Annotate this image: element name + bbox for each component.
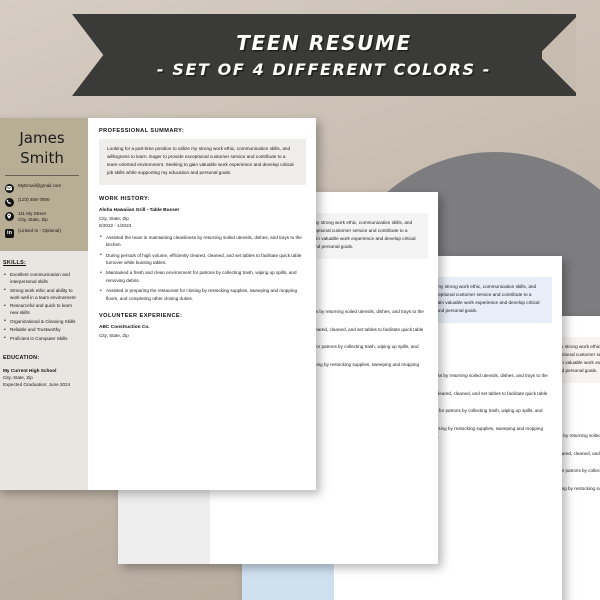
skill-item: Reliable and Trustworthy [3,327,81,335]
education-location: City, State, Zip [3,374,33,380]
banner-subtitle: - SET OF 4 DIFFERENT COLORS - [156,60,492,79]
contact-row[interactable]: 111 My StreetCity, State, Zip [3,211,81,225]
education-block: EDUCATION: My Current High SchoolCity, St… [3,355,81,389]
contact-row[interactable]: MyEmail@gmail.com [3,183,81,193]
volunteer-entry: ABC Construction Co.City, State, Zip [99,324,306,339]
volunteer-heading: VOLUNTEER EXPERIENCE: [99,313,183,320]
summary-box: Looking for a part-time position to util… [99,139,306,186]
education-heading: EDUCATION: [3,354,40,361]
contact-text-line2: City, State, Zip [18,217,48,223]
job-bullet-list: Assisted the team in maintaining cleanli… [99,233,306,303]
banner-title: TEEN RESUME [236,31,412,55]
education-details: My Current High SchoolCity, State, ZipEx… [3,367,81,389]
contact-row[interactable]: in (Linked In - Optional) [3,228,81,239]
job-location: City, State, Zip [99,215,129,221]
linkedin-icon: in [5,229,14,239]
contact-text: (123) 456-7890 [18,196,50,202]
skill-item: Strong work ethic and ability to work we… [3,287,81,302]
job-entry: Aloha Hawaiian Grill - Table BusserCity,… [99,207,306,302]
work-history-heading: WORK HISTORY: [99,196,151,203]
job-bullet: Maintained a fresh and clean environment… [99,269,306,284]
envelope-icon [5,183,14,193]
location-pin-icon [5,211,14,221]
education-school: My Current High School [3,367,57,373]
skills-heading: SKILLS: [3,260,27,267]
skill-item: Organizational & Cleaning Skills [3,318,81,326]
volunteer-org: ABC Construction Co. [99,325,150,331]
name-divider [5,174,79,176]
phone-icon [5,197,14,207]
resume-card-tan[interactable]: James Smith MyEmail@gmail.com (123) 456-789… [0,118,316,490]
contact-text: 111 My StreetCity, State, Zip [18,210,48,223]
volunteer-location: City, State, Zip [99,332,129,338]
resume-main-column: PROFESSIONAL SUMMARY: Looking for a part-… [88,118,316,490]
skill-item: Excellent communication and interpersona… [3,272,81,286]
summary-heading: PROFESSIONAL SUMMARY: [99,128,185,134]
resume-sidebar: James Smith MyEmail@gmail.com (123) 456-789… [0,118,88,490]
contact-text: (Linked In - Optional) [18,228,61,234]
skills-list: Excellent communication and interpersona… [3,272,81,343]
skill-item: Resourceful and quick to learn new skill… [3,303,81,317]
contact-text: MyEmail@gmail.com [18,182,62,188]
sidebar-body: SKILLS: Excellent communication and inter… [0,251,88,490]
job-bullet: During periods of high volume, efficient… [99,251,306,267]
resume-header-block: James Smith MyEmail@gmail.com (123) 456-789… [0,118,88,252]
job-bullet: Assisted the team in maintaining cleanli… [99,233,306,249]
title-banner: TEEN RESUME - SET OF 4 DIFFERENT COLORS … [72,14,576,96]
job-dates: 8/2022 - 1/2023 [99,223,132,229]
summary-text: Looking for a part-time position to util… [107,146,294,176]
job-title: Aloha Hawaiian Grill - Table Busser [99,208,180,214]
skill-item: Proficient in Computer Skills [3,335,81,343]
first-name: James [19,129,65,147]
contact-row[interactable]: (123) 456-7890 [3,197,81,207]
job-bullet: Assisted in preparing the restaurant for… [99,287,306,302]
last-name: Smith [20,149,64,168]
education-graduation: Expected Graduation: June 2024 [3,381,71,387]
